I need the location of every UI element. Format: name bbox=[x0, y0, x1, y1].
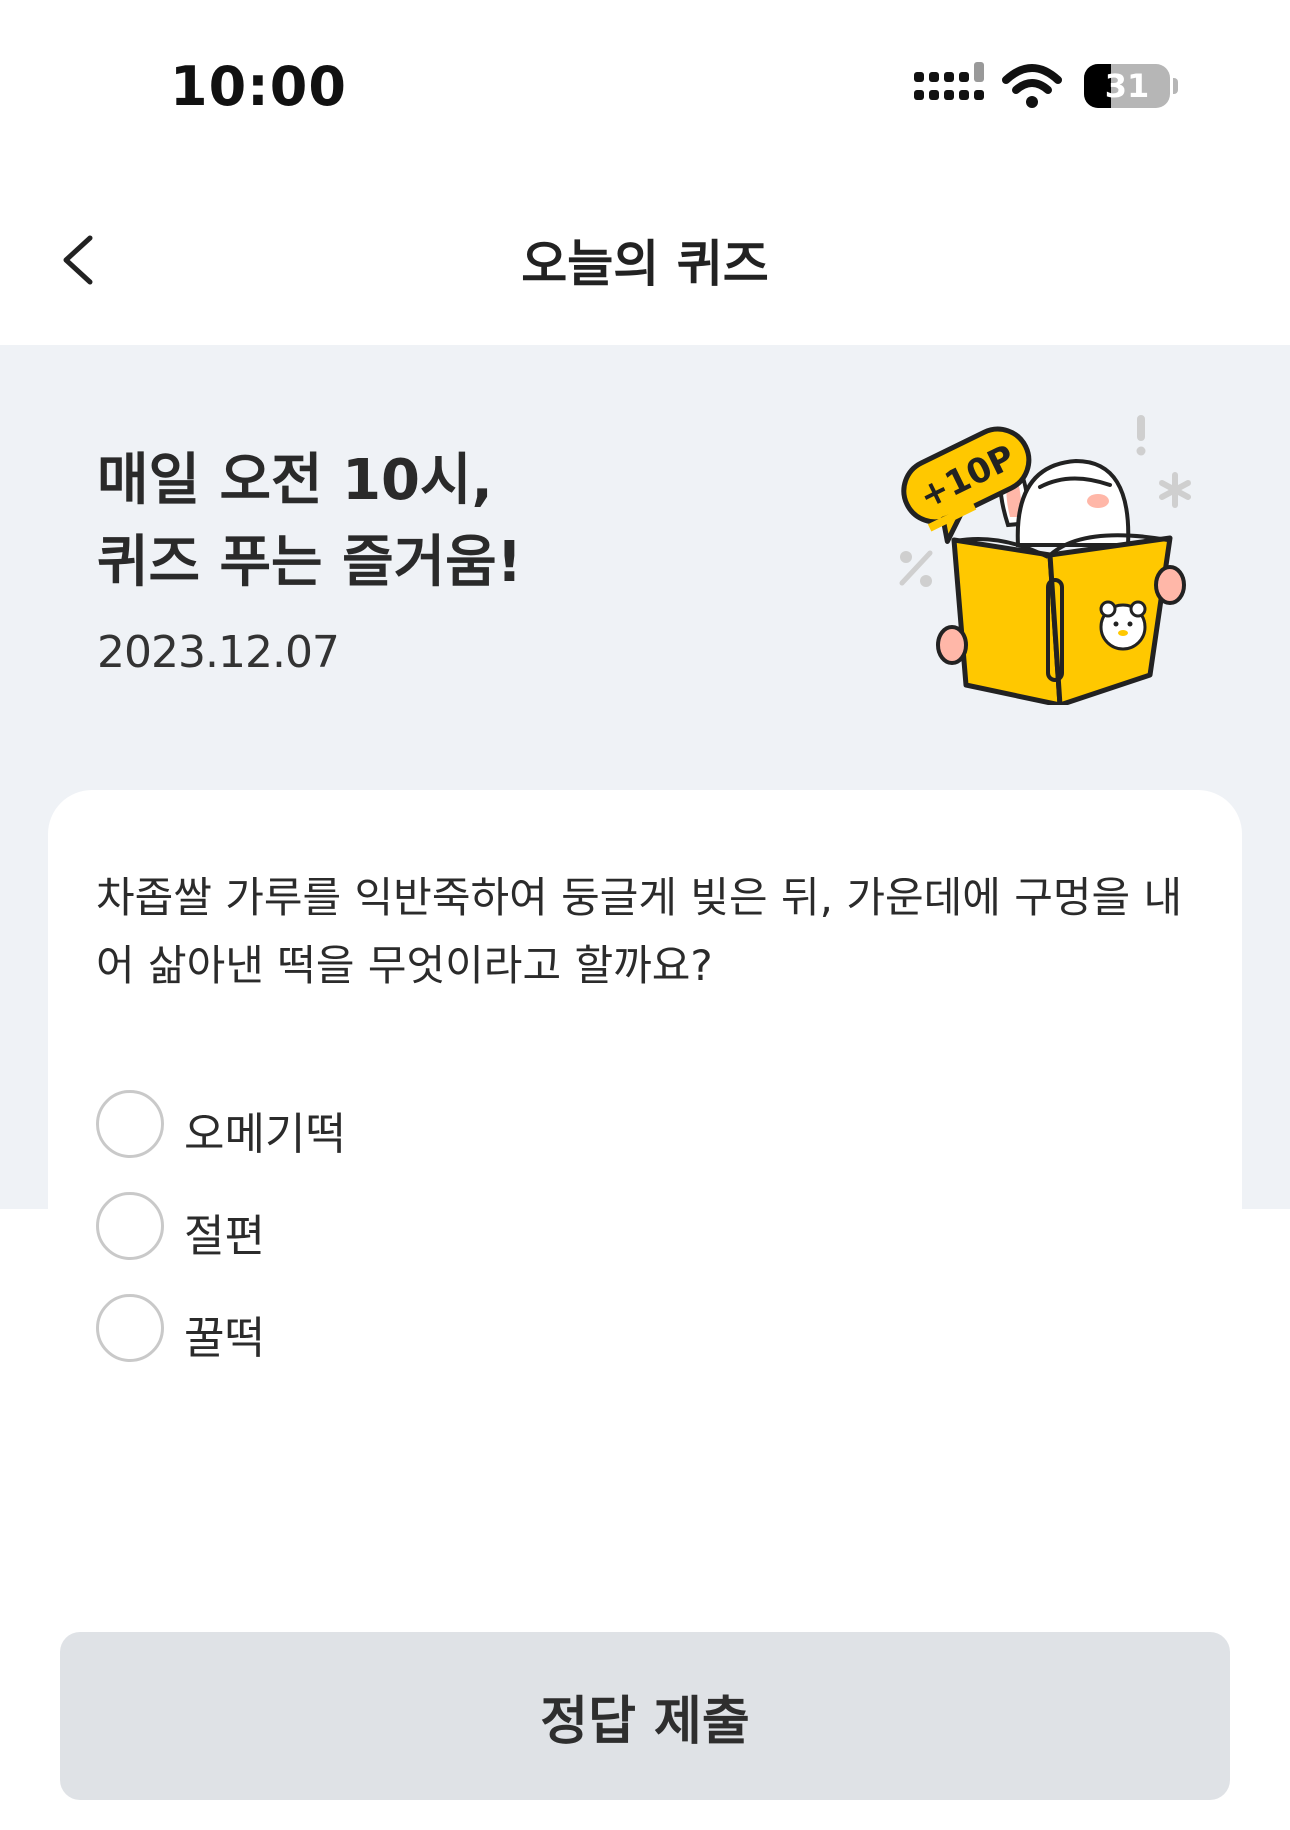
radio-button[interactable] bbox=[96, 1294, 164, 1362]
radio-button[interactable] bbox=[96, 1090, 164, 1158]
battery-level: 31 bbox=[1104, 67, 1150, 105]
radio-button[interactable] bbox=[96, 1192, 164, 1260]
nav-bar: 오늘의 퀴즈 bbox=[0, 200, 1290, 320]
submit-answer-button[interactable]: 정답 제출 bbox=[60, 1632, 1230, 1800]
quiz-question: 차좁쌀 가루를 익반죽하여 둥글게 빚은 뒤, 가운데에 구멍을 내어 삶아낸 … bbox=[96, 873, 1183, 990]
hero-title: 매일 오전 10시, 퀴즈 푸는 즐거움! bbox=[97, 440, 797, 604]
answer-options: 오메기떡 절편 꿀떡 bbox=[96, 1090, 1196, 1396]
answer-option-label: 꿀떡 bbox=[184, 1313, 265, 1364]
hero-title-line2: 퀴즈 푸는 즐거움! bbox=[97, 530, 523, 595]
answer-option-1[interactable]: 오메기떡 bbox=[96, 1090, 1196, 1162]
answer-option-2[interactable]: 절편 bbox=[96, 1192, 1196, 1264]
battery-icon: 31 bbox=[1084, 64, 1170, 108]
answer-option-label: 절편 bbox=[184, 1211, 265, 1262]
battery-cap bbox=[1173, 78, 1178, 94]
hero-title-line1: 매일 오전 10시, bbox=[97, 448, 493, 513]
wifi-icon bbox=[1002, 64, 1062, 108]
quiz-screen: 10:00 31 오늘의 퀴즈 매일 오전 10시, 퀴즈 푸는 즐거움! 20… bbox=[0, 0, 1290, 1830]
answer-option-3[interactable]: 꿀떡 bbox=[96, 1294, 1196, 1366]
rabbit-reading-book-illustration: +10P bbox=[899, 415, 1191, 705]
status-bar: 10:00 31 bbox=[0, 0, 1290, 150]
quiz-date: 2023.12.07 bbox=[97, 627, 340, 678]
signal-icon bbox=[914, 62, 984, 100]
page-title: 오늘의 퀴즈 bbox=[521, 235, 769, 293]
answer-option-label: 오메기떡 bbox=[184, 1109, 346, 1160]
status-time: 10:00 bbox=[170, 55, 347, 118]
